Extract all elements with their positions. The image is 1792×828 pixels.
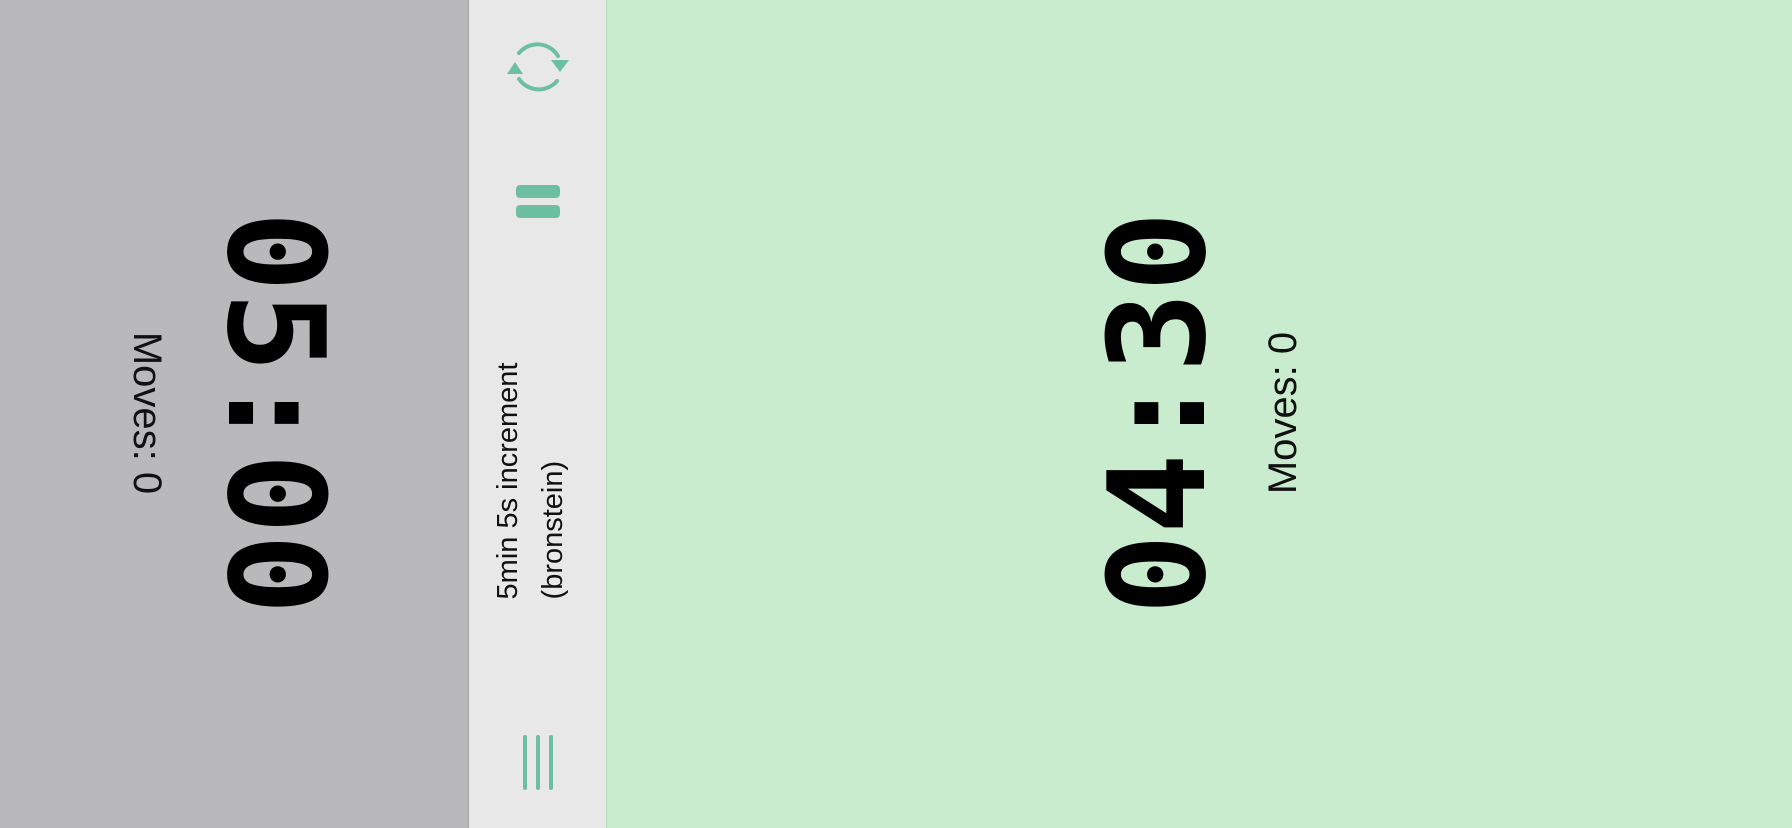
pause-button[interactable] bbox=[513, 183, 563, 221]
reset-icon bbox=[507, 42, 569, 92]
chess-clock-app: 05:00 Moves: 0 5min 5s increment (bronst… bbox=[0, 0, 1792, 828]
player-one-moves: Moves: 0 bbox=[125, 331, 169, 495]
menu-button[interactable] bbox=[518, 731, 558, 791]
time-control-line-1: 5min 5s increment bbox=[492, 362, 524, 600]
player-one-clock[interactable]: 05:00 Moves: 0 bbox=[0, 0, 469, 828]
player-two-time: 04:30 bbox=[1080, 211, 1236, 615]
menu-icon bbox=[523, 735, 553, 790]
player-two-moves: Moves: 0 bbox=[1261, 331, 1305, 495]
reset-button[interactable] bbox=[503, 36, 573, 98]
time-control-label: 5min 5s increment (bronstein) bbox=[486, 363, 576, 600]
time-control-line-2: (bronstein) bbox=[537, 460, 569, 600]
player-one-time: 05:00 bbox=[197, 211, 353, 615]
pause-icon bbox=[516, 185, 560, 218]
